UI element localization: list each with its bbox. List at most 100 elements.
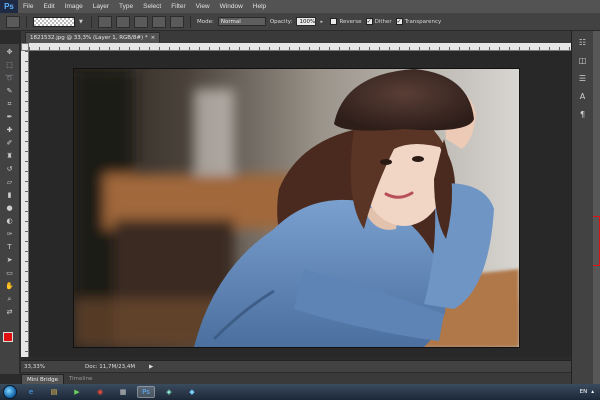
checkmark-icon: ✓: [395, 18, 403, 25]
checkmark-icon: ✓: [365, 18, 373, 25]
opacity-input[interactable]: 100%: [296, 17, 317, 26]
mode-select[interactable]: Normal: [217, 17, 266, 26]
paragraph-panel-icon[interactable]: ¶: [576, 109, 590, 121]
opacity-label: Opacity:: [269, 18, 293, 25]
marquee-tool-icon[interactable]: ⬚: [3, 60, 17, 70]
menu-bar: Ps File Edit Image Layer Type Select Fil…: [0, 0, 600, 13]
highlight-mark: [593, 216, 600, 266]
separator: [190, 15, 191, 28]
eyedropper-tool-icon[interactable]: ✒: [3, 112, 17, 122]
menu-view[interactable]: View: [191, 0, 215, 13]
move-tool-icon[interactable]: ✥: [3, 47, 17, 57]
adjustments-panel-icon[interactable]: ☰: [576, 73, 590, 85]
media-player-icon[interactable]: ▶: [68, 386, 86, 398]
character-panel-icon[interactable]: A: [576, 91, 590, 103]
pen-tool-icon[interactable]: ✑: [3, 229, 17, 239]
history-brush-tool-icon[interactable]: ↺: [3, 164, 17, 174]
ruler-origin[interactable]: [21, 43, 29, 51]
diamond-gradient-button[interactable]: [170, 15, 184, 28]
right-panel-dock: ☷ ◫ ☰ A ¶: [571, 31, 593, 384]
internet-explorer-icon[interactable]: e: [22, 386, 40, 398]
file-explorer-icon[interactable]: ▤: [45, 386, 63, 398]
dodge-tool-icon[interactable]: ◐: [3, 216, 17, 226]
photoshop-logo: Ps: [0, 0, 18, 13]
hand-tool-icon[interactable]: ✋: [3, 281, 17, 291]
dither-checkbox[interactable]: ✓ Dither: [365, 18, 392, 25]
gradient-editor-swatch[interactable]: [33, 16, 75, 27]
photo-layer[interactable]: [74, 69, 519, 347]
document-size-info: Doc: 11,7M/23,4M: [85, 363, 136, 370]
menu-help[interactable]: Help: [248, 0, 271, 13]
crop-tool-icon[interactable]: ⌗: [3, 99, 17, 109]
shape-tool-icon[interactable]: ▭: [3, 268, 17, 278]
windows-taskbar: e ▤ ▶ ◉ ▦ Ps ◈ ◆ EN ▴: [0, 384, 600, 400]
dither-label: Dither: [374, 18, 392, 25]
menu-image[interactable]: Image: [60, 0, 88, 13]
chrome-icon[interactable]: ◉: [91, 386, 109, 398]
vertical-ruler[interactable]: [21, 51, 29, 357]
clone-stamp-tool-icon[interactable]: ♜: [3, 151, 17, 161]
checkbox-box: [330, 18, 338, 25]
status-menu-arrow-icon[interactable]: ▶: [149, 364, 153, 370]
bottom-panel-tabs: Mini Bridge Timeline: [21, 373, 571, 384]
reverse-checkbox[interactable]: Reverse: [330, 18, 362, 25]
reverse-label: Reverse: [339, 18, 362, 25]
angle-gradient-button[interactable]: [134, 15, 148, 28]
mode-label: Mode:: [197, 18, 214, 25]
reflected-gradient-button[interactable]: [152, 15, 166, 28]
app-icon[interactable]: ▦: [114, 386, 132, 398]
status-bar: 33,33% Doc: 11,7M/23,4M ▶: [21, 360, 571, 372]
start-button[interactable]: [3, 385, 17, 399]
radial-gradient-button[interactable]: [116, 15, 130, 28]
horizontal-ruler[interactable]: [29, 43, 571, 51]
document-tab[interactable]: 1821532.jpg @ 33,3% (Layer 1, RGB/8#) * …: [25, 32, 161, 43]
app-icon[interactable]: ◈: [160, 386, 178, 398]
tab-timeline[interactable]: Timeline: [64, 374, 97, 384]
linear-gradient-button[interactable]: [98, 15, 112, 28]
foreground-color-swatch[interactable]: [3, 332, 13, 342]
history-panel-icon[interactable]: ☷: [576, 37, 590, 49]
zoom-level-field[interactable]: 33,33%: [21, 364, 45, 370]
zoom-tool-icon[interactable]: ⌕: [3, 294, 17, 304]
menu-file[interactable]: File: [18, 0, 38, 13]
blur-tool-icon[interactable]: ●: [3, 203, 17, 213]
language-indicator[interactable]: EN: [580, 389, 588, 395]
document-tab-title: 1821532.jpg @ 33,3% (Layer 1, RGB/8#) *: [30, 35, 148, 41]
healing-brush-tool-icon[interactable]: ✚: [3, 125, 17, 135]
menu-layer[interactable]: Layer: [88, 0, 114, 13]
tools-panel: ✥ ⬚ ➰ ✎ ⌗ ✒ ✚ ✐ ♜ ↺ ▱ ▮ ● ◐ ✑ T ➤ ▭ ✋ ⌕ …: [0, 44, 20, 374]
chevron-down-icon[interactable]: ▼: [79, 17, 85, 27]
quick-select-tool-icon[interactable]: ✎: [3, 86, 17, 96]
type-tool-icon[interactable]: T: [3, 242, 17, 252]
eraser-tool-icon[interactable]: ▱: [3, 177, 17, 187]
canvas-area[interactable]: [29, 51, 571, 357]
menu-filter[interactable]: Filter: [166, 0, 190, 13]
tool-preset-picker[interactable]: [6, 15, 20, 28]
close-icon[interactable]: ×: [151, 33, 156, 43]
options-bar: ▼ Mode: Normal Opacity: 100% ▸ Reverse ✓…: [0, 13, 600, 31]
collapsed-panel-strip[interactable]: [593, 31, 600, 384]
app-icon[interactable]: ◆: [183, 386, 201, 398]
transparency-label: Transparency: [404, 18, 442, 25]
menu-edit[interactable]: Edit: [38, 0, 59, 13]
photoshop-window: Ps File Edit Image Layer Type Select Fil…: [0, 0, 600, 400]
portrait-photo: [74, 69, 519, 347]
properties-panel-icon[interactable]: ◫: [576, 55, 590, 67]
lasso-tool-icon[interactable]: ➰: [3, 73, 17, 83]
brush-tool-icon[interactable]: ✐: [3, 138, 17, 148]
gradient-tool-icon[interactable]: ▮: [3, 190, 17, 200]
transparency-checkbox[interactable]: ✓ Transparency: [395, 18, 442, 25]
path-selection-tool-icon[interactable]: ➤: [3, 255, 17, 265]
system-tray: EN ▴: [580, 389, 600, 395]
menu-type[interactable]: Type: [114, 0, 138, 13]
separator: [26, 15, 27, 28]
chevron-right-icon[interactable]: ▸: [320, 17, 326, 27]
tray-arrow-icon[interactable]: ▴: [591, 389, 594, 395]
tab-mini-bridge[interactable]: Mini Bridge: [21, 374, 64, 384]
menu-window[interactable]: Window: [215, 0, 248, 13]
document-tab-bar: 1821532.jpg @ 33,3% (Layer 1, RGB/8#) * …: [21, 31, 571, 43]
separator: [91, 15, 92, 28]
swap-colors-icon[interactable]: ⇄: [3, 307, 17, 317]
menu-select[interactable]: Select: [138, 0, 166, 13]
photoshop-taskbar-icon[interactable]: Ps: [137, 386, 155, 398]
